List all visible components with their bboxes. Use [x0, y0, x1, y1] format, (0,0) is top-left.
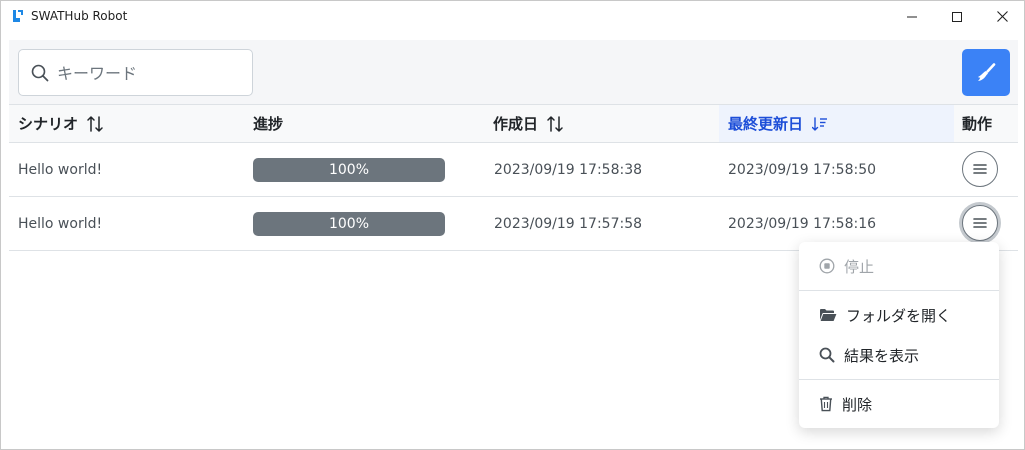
menu-item-label: 結果を表示: [844, 346, 920, 365]
menu-item-stop[interactable]: 停止: [799, 248, 999, 284]
menu-item-delete[interactable]: 削除: [799, 386, 999, 422]
created-date-cell: 2023/09/19 17:57:58: [494, 215, 643, 232]
menu-item-label: フォルダを開く: [846, 306, 952, 325]
scenario-cell: Hello world!: [18, 161, 103, 178]
progress-bar: 100%: [253, 158, 445, 182]
column-header-label: 作成日: [493, 115, 539, 133]
minimize-icon: [907, 16, 917, 17]
clean-button[interactable]: [962, 49, 1010, 96]
row-menu-button[interactable]: [962, 205, 998, 241]
table-row[interactable]: Hello world! 100% 2023/09/19 17:58:38 20…: [9, 143, 1018, 197]
scenario-cell: Hello world!: [18, 215, 103, 232]
column-header-progress: 進捗: [253, 105, 483, 142]
table-header: シナリオ 進捗 作成日 最終更新日 動作: [9, 104, 1018, 143]
menu-divider: [799, 290, 999, 291]
created-date-cell: 2023/09/19 17:58:38: [494, 161, 643, 178]
sort-descending-icon: [812, 116, 828, 131]
column-header-label: シナリオ: [18, 115, 79, 133]
menu-icon: [973, 164, 987, 174]
app-window: SWATHub Robot シナリオ: [0, 0, 1025, 450]
updated-date-cell: 2023/09/19 17:58:50: [728, 161, 877, 178]
maximize-button[interactable]: [934, 1, 980, 32]
column-header-created[interactable]: 作成日: [493, 105, 719, 142]
column-header-label: 動作: [962, 115, 993, 133]
trash-icon: [820, 396, 832, 412]
menu-icon: [973, 218, 987, 228]
sort-icon: [547, 115, 563, 132]
column-header-label: 最終更新日: [728, 115, 804, 133]
app-logo-icon: [13, 10, 23, 22]
maximize-icon: [952, 11, 962, 22]
folder-open-icon: [820, 309, 837, 321]
title-bar: SWATHub Robot: [1, 1, 1024, 32]
broom-icon: [978, 62, 996, 81]
menu-item-show-results[interactable]: 結果を表示: [799, 337, 999, 373]
sort-icon: [87, 115, 103, 132]
toolbar: [9, 40, 1018, 104]
column-header-updated[interactable]: 最終更新日: [719, 105, 954, 142]
window-title: SWATHub Robot: [31, 9, 128, 23]
row-action-menu: 停止 フォルダを開く 結果を表示 削除: [799, 242, 999, 428]
close-button[interactable]: [979, 1, 1025, 32]
menu-item-label: 停止: [844, 257, 875, 276]
column-header-label: 進捗: [253, 115, 284, 133]
menu-item-label: 削除: [842, 395, 873, 414]
close-icon: [996, 11, 1008, 22]
column-header-action: 動作: [962, 105, 1012, 142]
search-icon: [819, 347, 835, 363]
search-box[interactable]: [18, 49, 253, 96]
row-menu-button[interactable]: [962, 151, 998, 187]
stop-circle-icon: [819, 258, 835, 274]
minimize-button[interactable]: [889, 1, 935, 32]
search-icon: [31, 64, 49, 82]
search-input[interactable]: [57, 58, 242, 88]
menu-item-open-folder[interactable]: フォルダを開く: [799, 297, 999, 333]
column-header-scenario[interactable]: シナリオ: [18, 105, 243, 142]
progress-bar: 100%: [253, 212, 445, 236]
menu-divider: [799, 379, 999, 380]
